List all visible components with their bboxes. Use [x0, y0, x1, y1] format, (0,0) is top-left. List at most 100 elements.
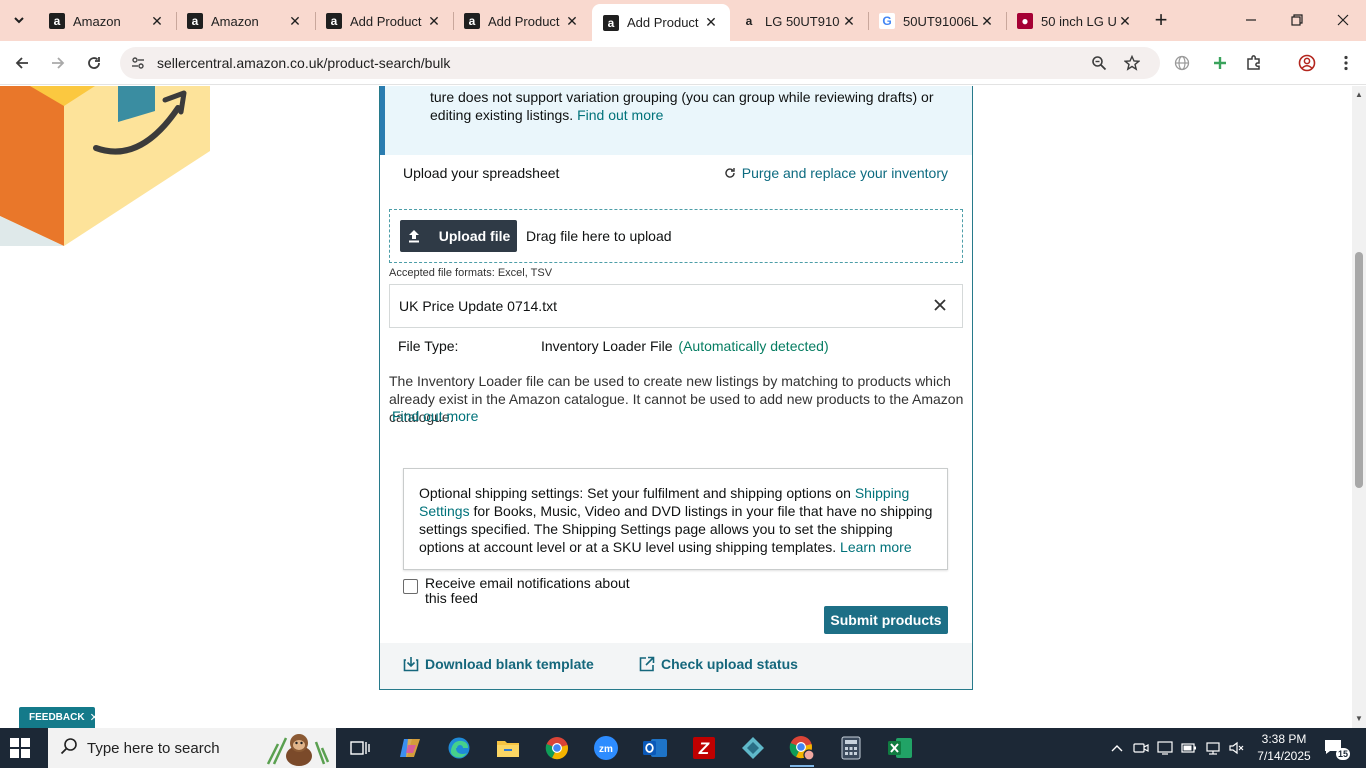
info-banner: ture does not support variation grouping… — [380, 86, 972, 155]
close-icon[interactable]: ✕ — [563, 13, 581, 30]
excel-app[interactable] — [882, 733, 918, 763]
display-icon[interactable] — [1156, 738, 1174, 758]
page-viewport: ture does not support variation grouping… — [0, 86, 1352, 728]
upload-file-button[interactable]: Upload file — [400, 220, 517, 252]
translate-extension-button[interactable] — [1169, 50, 1195, 76]
browser-tab-3[interactable]: a Add Product ✕ — [315, 5, 453, 37]
browser-tab-strip: a Amazon ✕ a Amazon ✕ a Add Product ✕ a … — [0, 0, 1366, 41]
search-icon — [60, 737, 80, 760]
email-notification-label: Receive email notifications about this f… — [425, 575, 630, 606]
forward-button[interactable] — [45, 50, 71, 76]
browser-tab-4[interactable]: a Add Product ✕ — [453, 5, 591, 37]
copilot-app[interactable] — [392, 733, 428, 763]
scroll-up-icon[interactable]: ▲ — [1354, 90, 1364, 100]
profile-button[interactable] — [1294, 50, 1320, 76]
browser-tab-7[interactable]: G 50UT91006L ✕ — [868, 5, 1006, 37]
extension-button[interactable] — [1207, 50, 1233, 76]
check-upload-status-link[interactable]: Check upload status — [639, 656, 798, 672]
url-text: sellercentral.amazon.co.uk/product-searc… — [157, 55, 451, 71]
email-notification-checkbox[interactable] — [403, 579, 418, 594]
email-notification-option[interactable]: Receive email notifications about this f… — [403, 576, 663, 606]
info-find-out-more-link[interactable]: Find out more — [577, 107, 663, 123]
close-icon[interactable]: ✕ — [702, 14, 720, 31]
browser-tab-1[interactable]: a Amazon ✕ — [38, 5, 176, 37]
volume-muted-icon[interactable] — [1228, 738, 1246, 758]
tab-search-button[interactable] — [6, 8, 32, 32]
close-icon[interactable]: ✕ — [148, 13, 166, 30]
refresh-icon — [725, 168, 735, 178]
close-window-button[interactable] — [1328, 6, 1358, 34]
close-icon[interactable]: ✕ — [978, 13, 996, 30]
globe-icon — [1174, 55, 1190, 71]
zoom-app[interactable]: zm — [588, 733, 624, 763]
outlook-app[interactable] — [637, 733, 673, 763]
calculator-app[interactable] — [833, 733, 869, 763]
edge-app[interactable] — [441, 733, 477, 763]
remove-file-button[interactable] — [930, 295, 950, 315]
feedback-label: FEEDBACK — [29, 712, 85, 723]
browser-tab-5-active[interactable]: a Add Product ✕ — [592, 4, 730, 41]
close-icon[interactable]: ✕ — [840, 13, 858, 30]
back-button[interactable] — [9, 50, 35, 76]
browser-tab-2[interactable]: a Amazon ✕ — [176, 5, 314, 37]
system-clock[interactable]: 3:38 PM 7/14/2025 — [1254, 731, 1314, 765]
reload-button[interactable] — [81, 50, 107, 76]
chrome-profile-app[interactable] — [784, 733, 820, 767]
chrome-app[interactable] — [539, 733, 575, 763]
scroll-down-icon[interactable]: ▼ — [1354, 714, 1364, 724]
download-template-link[interactable]: Download blank template — [403, 656, 594, 672]
selected-file: UK Price Update 0714.txt — [389, 284, 963, 328]
bulk-upload-panel: ture does not support variation grouping… — [379, 86, 973, 690]
meet-now-icon[interactable] — [1132, 738, 1150, 758]
taskbar-search-box[interactable]: Type here to search — [48, 728, 336, 768]
amazon-icon: a — [187, 13, 203, 29]
close-icon[interactable]: ✕ — [1116, 13, 1134, 30]
close-icon[interactable]: ✕ — [90, 711, 99, 724]
filezilla-app[interactable]: Z — [686, 733, 722, 763]
browser-tab-6[interactable]: a LG 50UT9100 ✕ — [730, 5, 868, 37]
shipping-text: Optional shipping settings: Set your ful… — [419, 484, 934, 556]
page-scrollbar[interactable]: ▲ ▼ — [1352, 86, 1366, 728]
close-icon[interactable]: ✕ — [286, 13, 304, 30]
bookmark-star-icon[interactable] — [1121, 53, 1143, 73]
browser-menu-button[interactable] — [1333, 50, 1359, 76]
new-tab-button[interactable]: + — [1150, 7, 1172, 32]
windows-taskbar: Type here to search zm Z 3:38 PM 7/14/20… — [0, 728, 1366, 768]
browser-tab-8[interactable]: ● 50 inch LG U ✕ — [1006, 5, 1144, 37]
submit-products-button[interactable]: Submit products — [824, 606, 948, 634]
windows-start-icon[interactable] — [10, 738, 30, 758]
learn-more-link[interactable]: Learn more — [840, 539, 912, 555]
shipping-prefix: Optional shipping settings: Set your ful… — [419, 485, 851, 501]
extensions-menu-button[interactable] — [1241, 50, 1267, 76]
restore-button[interactable] — [1282, 6, 1312, 34]
address-bar[interactable]: sellercentral.amazon.co.uk/product-searc… — [120, 47, 1160, 79]
scroll-thumb[interactable] — [1355, 252, 1363, 488]
description-find-out-more-link[interactable]: Find out more — [392, 408, 478, 424]
network-icon[interactable] — [1204, 738, 1222, 758]
puzzle-icon — [1247, 55, 1260, 70]
info-text: ture does not support variation grouping… — [430, 88, 965, 124]
zoom-icon[interactable] — [1088, 53, 1110, 73]
auto-detected-badge: (Automatically detected) — [678, 338, 829, 354]
arrow-right-icon — [52, 57, 65, 69]
file-dropzone[interactable]: Upload file Drag file here to upload — [389, 209, 963, 263]
generic-app[interactable] — [735, 733, 771, 763]
file-type-name: Inventory Loader File — [541, 338, 673, 354]
minimize-button[interactable] — [1236, 6, 1266, 34]
file-explorer-app[interactable] — [490, 733, 526, 763]
purge-replace-link[interactable]: Purge and replace your inventory — [724, 165, 948, 181]
close-icon[interactable]: ✕ — [425, 13, 443, 30]
kebab-menu-icon — [1344, 55, 1348, 71]
download-template-label: Download blank template — [425, 656, 594, 672]
notification-count-badge: 15 — [1336, 748, 1350, 760]
reload-icon — [88, 57, 100, 69]
plus-icon: + — [1154, 7, 1168, 32]
restore-icon — [1291, 14, 1303, 26]
chrome-profile-icon — [789, 736, 815, 761]
close-icon — [1337, 14, 1349, 26]
feedback-tab[interactable]: FEEDBACK ✕ — [19, 707, 99, 728]
task-view-button[interactable] — [342, 733, 378, 763]
battery-icon[interactable] — [1180, 738, 1198, 758]
tray-overflow-chevron-icon[interactable] — [1108, 738, 1126, 758]
site-settings-icon[interactable] — [130, 55, 146, 71]
